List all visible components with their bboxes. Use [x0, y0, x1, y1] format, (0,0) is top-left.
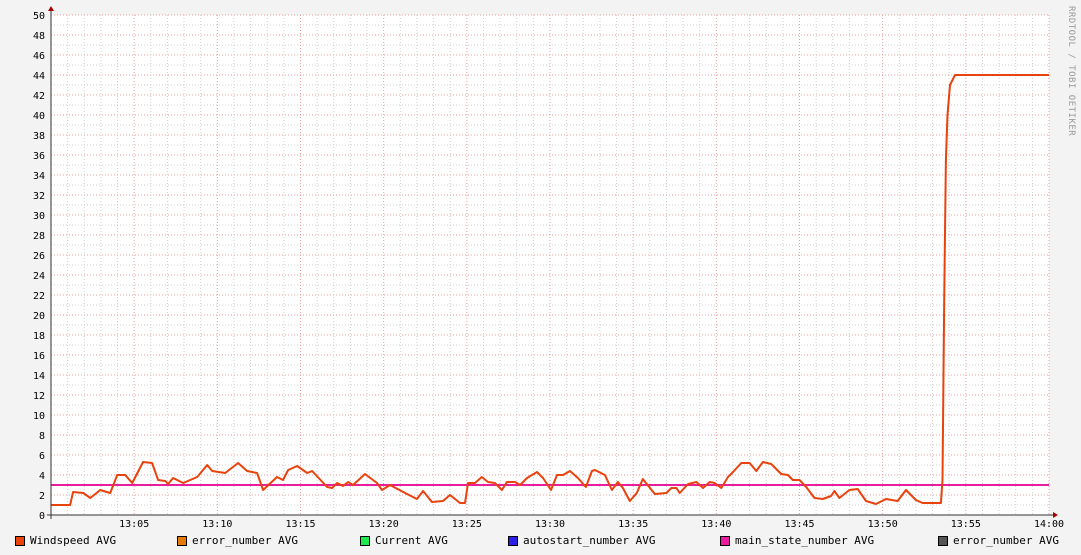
y-tick-label: 22 [33, 291, 45, 302]
x-tick-label: 14:00 [1034, 519, 1064, 530]
legend-item: main_state_number AVG [720, 534, 874, 547]
y-tick-label: 42 [33, 91, 45, 102]
legend-label: Current AVG [375, 534, 448, 547]
y-tick-label: 36 [33, 151, 45, 162]
legend-swatch [360, 535, 370, 546]
y-tick-label: 18 [33, 331, 45, 342]
x-axis-ticks: 13:05 13:10 13:15 13:20 13:25 13:30 13:35 13:40… [119, 519, 1064, 530]
y-tick-label: 50 [33, 11, 45, 22]
x-tick-label: 13:20 [369, 519, 399, 530]
legend-label: main_state_number AVG [735, 534, 875, 547]
legend-swatch [508, 535, 518, 546]
legend: Windspeed AVG error_number AVG Current A… [0, 534, 1081, 550]
legend-label: error_number AVG [192, 534, 298, 547]
y-tick-label: 32 [33, 191, 45, 202]
legend-label: error_number AVG [953, 534, 1059, 547]
x-tick-label: 13:45 [784, 519, 814, 530]
y-tick-label: 48 [33, 31, 45, 42]
legend-label: autostart_number AVG [523, 534, 656, 547]
y-tick-label: 6 [39, 451, 45, 462]
legend-swatch [938, 535, 948, 546]
rrdtool-watermark: RRDTOOL / TOBI OETIKER [1066, 6, 1076, 137]
legend-label: Windspeed AVG [30, 534, 117, 547]
x-tick-label: 13:55 [951, 519, 981, 530]
legend-item: error_number AVG [938, 534, 1059, 547]
y-tick-label: 0 [39, 511, 45, 522]
x-tick-label: 13:15 [285, 519, 315, 530]
legend-swatch [15, 535, 25, 546]
y-tick-label: 28 [33, 231, 45, 242]
y-tick-label: 10 [33, 411, 45, 422]
y-tick-label: 40 [33, 111, 45, 122]
y-tick-label: 8 [39, 431, 45, 442]
y-tick-label: 24 [33, 271, 45, 282]
y-tick-label: 44 [33, 71, 45, 82]
x-axis-arrow [1053, 512, 1058, 518]
y-tick-label: 20 [33, 311, 45, 322]
legend-item: autostart_number AVG [508, 534, 655, 547]
y-tick-label: 38 [33, 131, 45, 142]
legend-swatch [177, 535, 187, 546]
y-axis-ticks: 0246810121416182022242628303234363840424… [33, 11, 45, 522]
y-tick-label: 30 [33, 211, 45, 222]
x-tick-label: 13:10 [202, 519, 232, 530]
x-tick-label: 13:30 [535, 519, 565, 530]
chart: 0246810121416182022242628303234363840424… [33, 6, 1064, 530]
x-tick-label: 13:35 [618, 519, 648, 530]
legend-item: error_number AVG [177, 534, 298, 547]
legend-swatch [720, 535, 730, 546]
x-tick-label: 13:40 [701, 519, 731, 530]
y-tick-label: 46 [33, 51, 45, 62]
x-tick-label: 13:50 [868, 519, 898, 530]
legend-item: Windspeed AVG [15, 534, 116, 547]
y-axis-arrow [48, 6, 54, 11]
y-tick-label: 16 [33, 351, 45, 362]
y-tick-label: 14 [33, 371, 45, 382]
y-tick-label: 2 [39, 491, 45, 502]
y-tick-label: 34 [33, 171, 45, 182]
y-tick-label: 12 [33, 391, 45, 402]
y-tick-label: 4 [39, 471, 45, 482]
legend-item: Current AVG [360, 534, 448, 547]
x-tick-label: 13:05 [119, 519, 149, 530]
x-tick-label: 13:25 [452, 519, 482, 530]
y-tick-label: 26 [33, 251, 45, 262]
